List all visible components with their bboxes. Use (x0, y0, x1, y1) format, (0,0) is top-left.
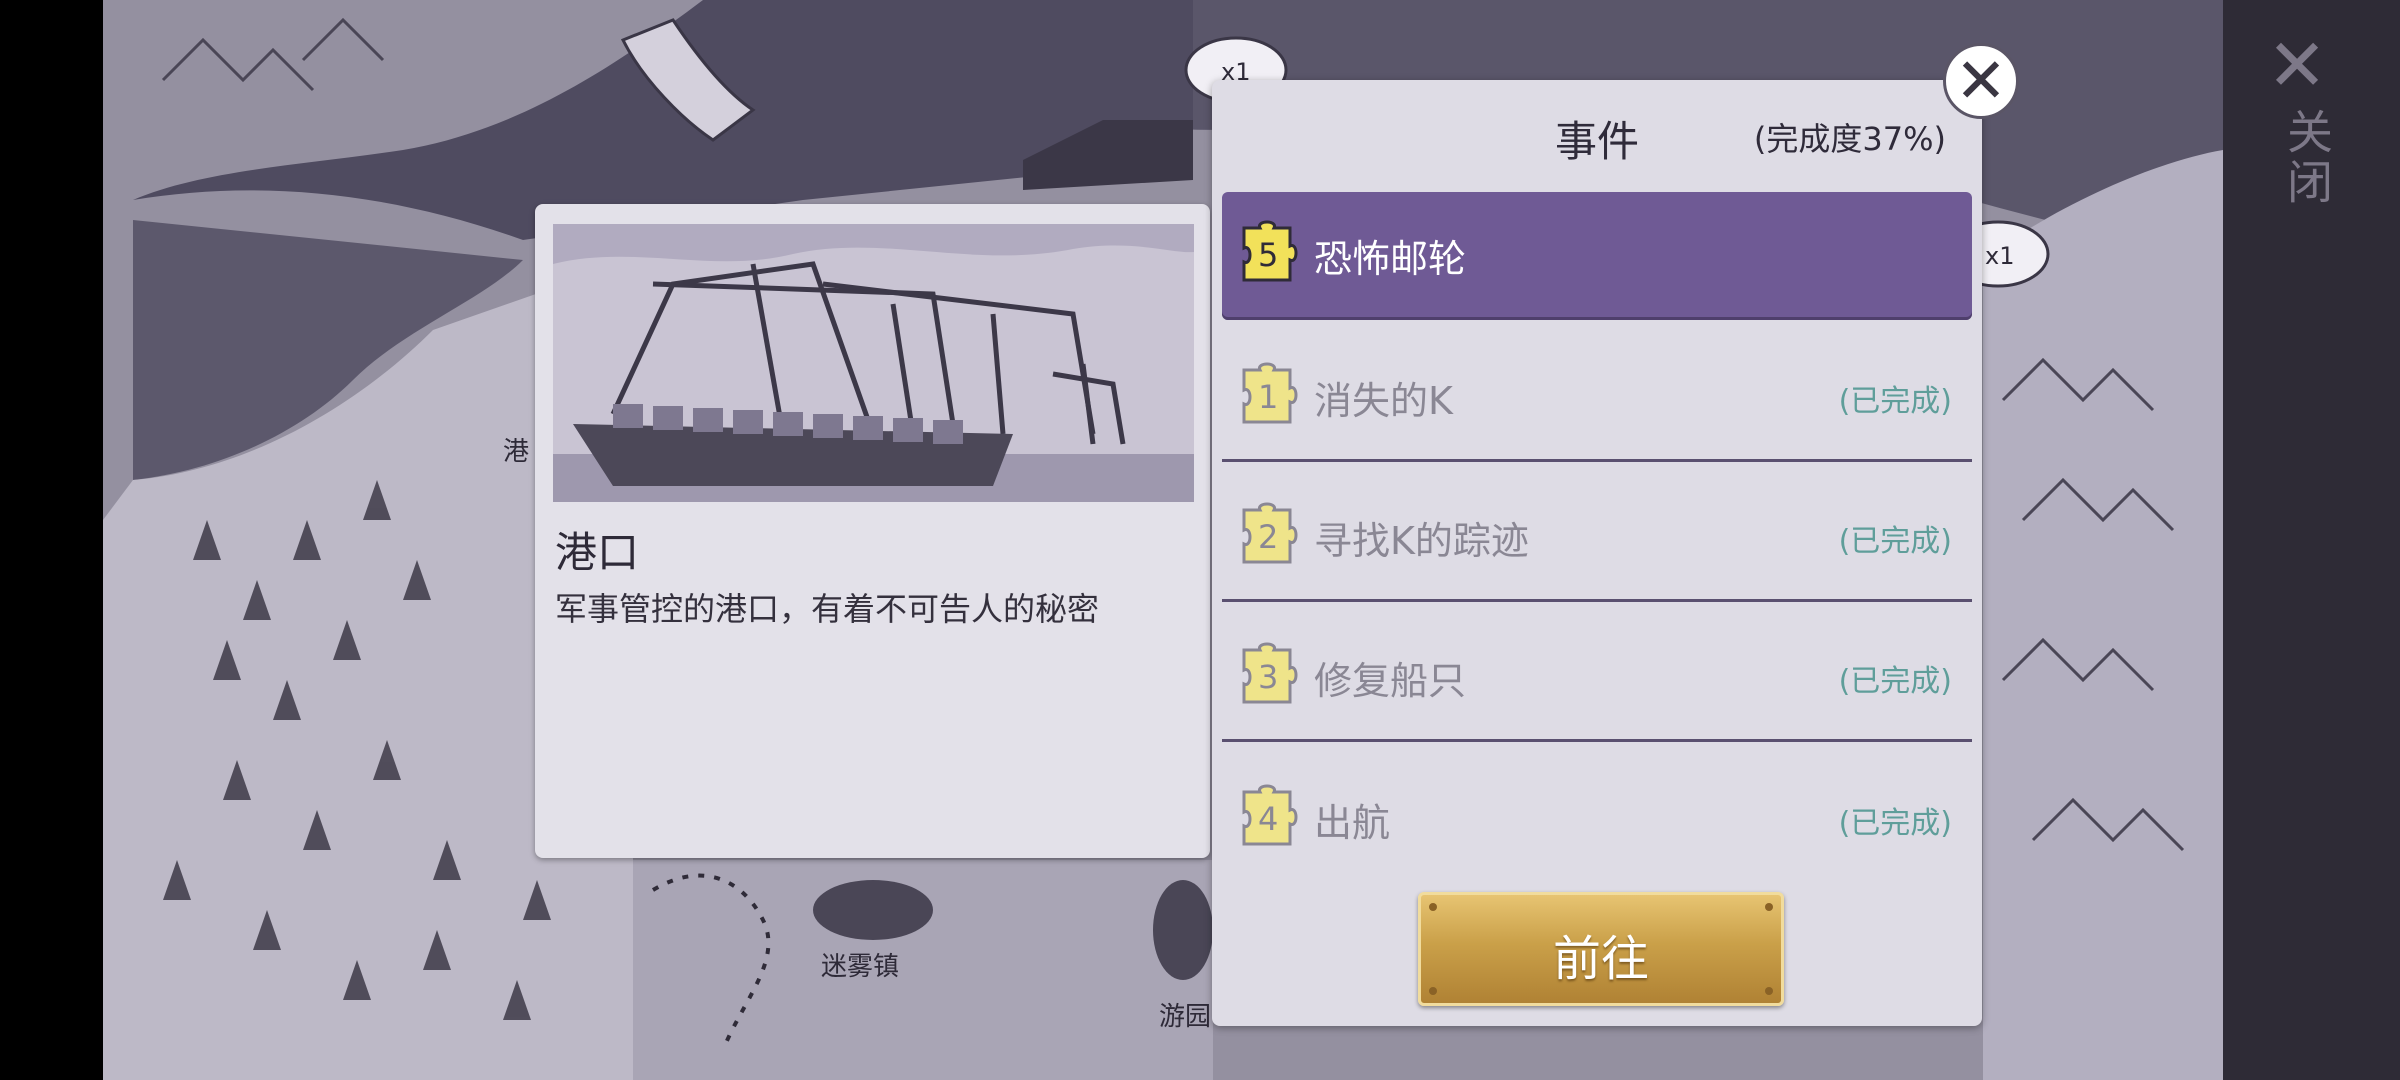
event-item-3[interactable]: 3 修复船只 (已完成) (1222, 614, 1972, 742)
close-side-button[interactable]: ✕ 关闭 (2262, 23, 2334, 230)
rivet (1765, 903, 1773, 911)
event-status: (已完成) (1838, 384, 1952, 419)
event-status: (已完成) (1838, 806, 1952, 841)
event-label: 消失的K (1314, 379, 1453, 423)
divider (1222, 599, 1972, 602)
event-label: 出航 (1314, 801, 1391, 845)
close-side-label: 关闭 (2280, 108, 2334, 208)
map-label-harbor: 港 (503, 437, 529, 467)
location-description: 军事管控的港口，有着不可告人的秘密 (555, 590, 1100, 628)
map-label-amusement: 游园 (1159, 1002, 1211, 1032)
puzzle-piece-icon: 4 (1242, 784, 1298, 846)
close-icon: ✕ (2266, 23, 2328, 107)
event-item-2[interactable]: 2 寻找K的踪迹 (已完成) (1222, 474, 1972, 602)
event-label: 修复船只 (1314, 659, 1467, 703)
event-item-5[interactable]: 5 恐怖邮轮 (1222, 192, 1972, 320)
event-label: 寻找K的踪迹 (1314, 519, 1529, 563)
close-panel-button[interactable]: ✕ (1943, 43, 2019, 119)
puzzle-piece-icon: 1 (1242, 362, 1298, 424)
svg-text:5: 5 (1258, 236, 1278, 274)
events-panel: 事件 (完成度37%) 5 恐怖邮轮 1 消失的K (已完成) 2 寻找K的踪迹 (1212, 80, 1982, 1026)
svg-text:4: 4 (1258, 800, 1278, 838)
map-label-fog-town: 迷雾镇 (821, 952, 899, 982)
puzzle-piece-icon: 3 (1242, 642, 1298, 704)
event-status: (已完成) (1838, 664, 1952, 699)
location-name: 港口 (555, 528, 640, 577)
divider (1222, 739, 1972, 742)
puzzle-piece-icon: 5 (1242, 220, 1298, 282)
event-status: (已完成) (1838, 524, 1952, 559)
event-item-1[interactable]: 1 消失的K (已完成) (1222, 334, 1972, 462)
svg-text:1: 1 (1258, 378, 1278, 416)
close-icon: ✕ (1955, 44, 2007, 117)
goto-button-label: 前往 (1552, 931, 1649, 987)
location-info-card: 港口 军事管控的港口，有着不可告人的秘密 (535, 204, 1210, 858)
event-item-4[interactable]: 4 出航 (已完成) (1222, 756, 1972, 884)
rivet (1429, 903, 1437, 911)
svg-text:2: 2 (1258, 518, 1278, 556)
game-screen: x1 x1 迷雾镇 游园 港 ✕ 关闭 港口 军事管控的港口，有着不可告人的秘密… (0, 0, 2400, 1080)
goto-button[interactable]: 前往 (1418, 892, 1784, 1006)
map-badge-3: x1 (1985, 242, 2014, 270)
divider (1222, 459, 1972, 462)
puzzle-piece-icon: 2 (1242, 502, 1298, 564)
svg-text:3: 3 (1258, 658, 1278, 696)
left-letterbox (0, 0, 103, 1080)
harbor-cranes-image (553, 224, 1194, 502)
events-progress: (完成度37%) (1753, 120, 1946, 158)
event-label: 恐怖邮轮 (1314, 237, 1467, 281)
